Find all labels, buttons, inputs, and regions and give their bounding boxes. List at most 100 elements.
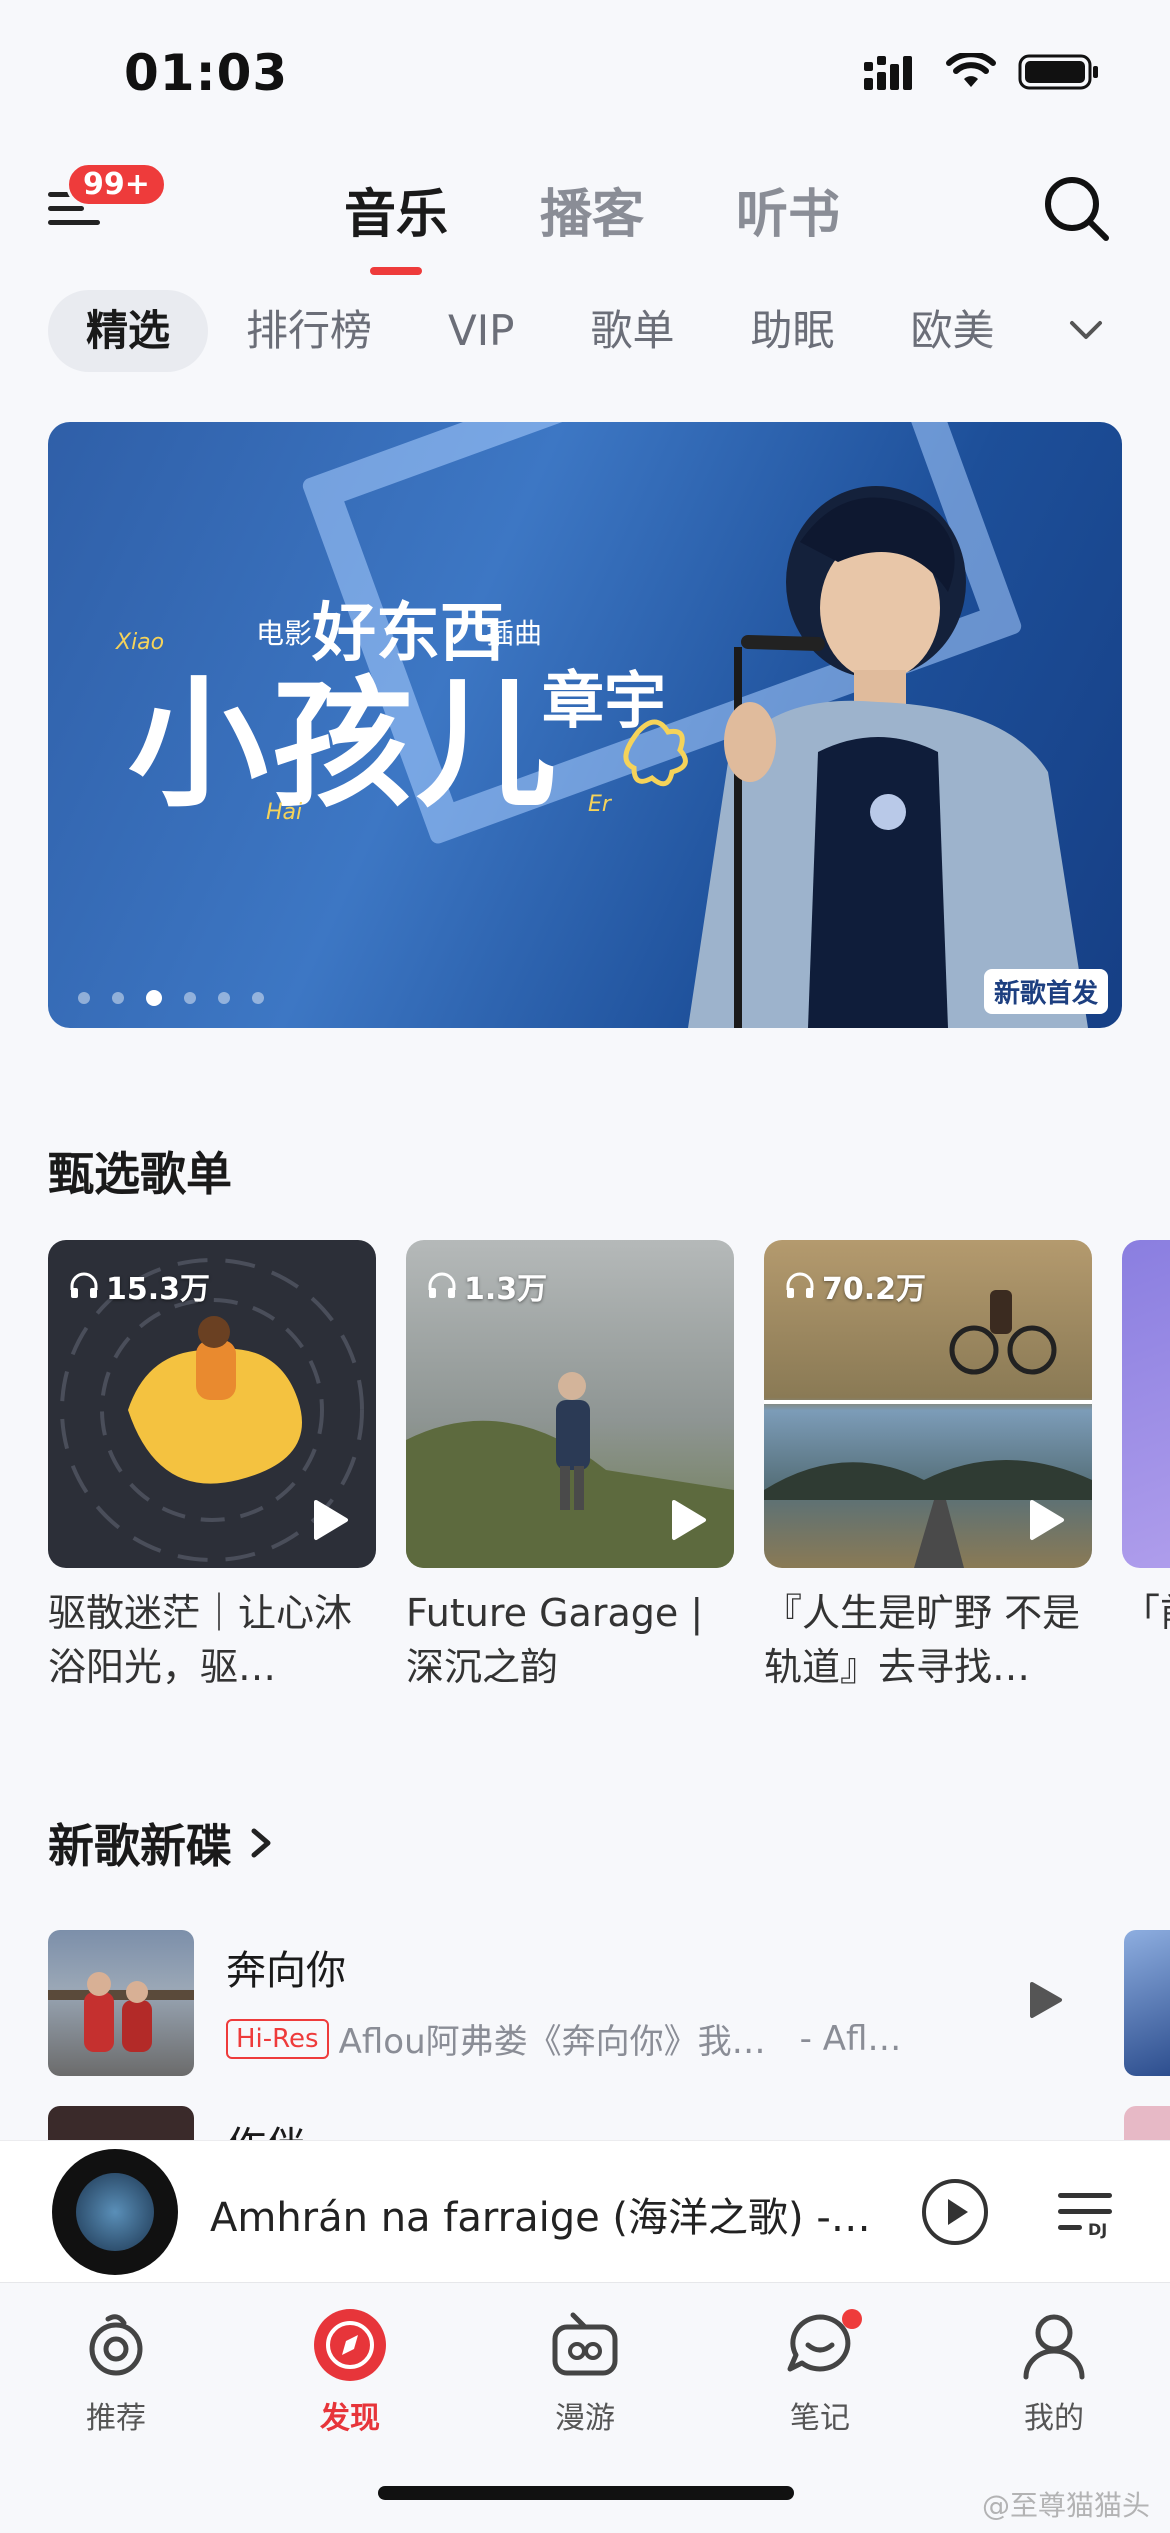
headphones-icon: [70, 1272, 98, 1298]
mini-player-title: Amhrán na farraige (海洋之歌) -…: [210, 2195, 871, 2241]
tab-roam[interactable]: 漫游: [515, 2307, 655, 2437]
playlist-card[interactable]: 1.3万 Future Garage | 深沉之韵: [406, 1240, 734, 1694]
banner-artist: 章宇: [542, 664, 667, 737]
chips-expand-button[interactable]: [1064, 308, 1108, 352]
battery-icon: [1018, 54, 1098, 90]
song-thumbnail: [48, 2106, 194, 2140]
playlist-title: 『人生是旷野 不是轨道』去寻找…: [764, 1591, 1081, 1689]
playlist-title: 驱散迷茫｜让心沐浴阳光，驱…: [48, 1591, 353, 1689]
tab-notes[interactable]: 笔记: [750, 2307, 890, 2437]
hi-res-tag: Hi-Res: [226, 2018, 329, 2059]
radio-icon: [547, 2307, 623, 2383]
play-circle-icon: [922, 2179, 988, 2245]
play-count-text: 15.3万: [106, 1272, 211, 1307]
mini-player-play-button[interactable]: [920, 2177, 990, 2247]
play-count-text: 1.3万: [464, 1272, 548, 1307]
tab-recommend[interactable]: 推荐: [46, 2307, 186, 2437]
carousel-dot[interactable]: [78, 992, 90, 1004]
notification-badge: 99+: [66, 162, 167, 207]
song-row[interactable]: 作伴: [48, 2106, 1118, 2140]
category-chips: 精选 排行榜 VIP 歌单 助眠 欧美: [48, 290, 1033, 372]
banner-song-title: 小孩儿: [128, 663, 561, 827]
mini-player-disc: [52, 2149, 178, 2275]
carousel-dots: [78, 990, 264, 1006]
playlist-play-count: 15.3万: [68, 1264, 210, 1308]
chip-charts[interactable]: 排行榜: [208, 290, 410, 372]
banner-badge: 新歌首发: [983, 969, 1108, 1014]
chips-fade: [980, 290, 1070, 372]
headphones-icon: [428, 1272, 456, 1298]
new-songs-section-title: 新歌新碟: [48, 1819, 232, 1873]
tab-label: 我的: [1024, 2401, 1084, 2436]
tab-label: 笔记: [790, 2401, 850, 2436]
carousel-dot[interactable]: [112, 992, 124, 1004]
watermark: @至尊猫猫头: [981, 2489, 1150, 2522]
search-button[interactable]: [1038, 170, 1114, 246]
chip-featured[interactable]: 精选: [48, 290, 209, 372]
song-meta: Hi-Res Aflou阿弗娄《奔向你》我… - Afl…: [226, 2014, 901, 2063]
chevron-down-icon: [1070, 321, 1102, 339]
tab-label: 漫游: [555, 2401, 615, 2436]
tab-audiobook[interactable]: 听书: [736, 172, 840, 247]
song-title: 奔向你: [226, 1948, 346, 1994]
tab-podcast[interactable]: 播客: [540, 172, 644, 247]
play-icon[interactable]: [310, 1498, 350, 1542]
search-icon: [1045, 177, 1109, 241]
mini-player-cover: [76, 2173, 154, 2251]
playlist-card[interactable]: 「前: [1122, 1240, 1170, 1694]
headphones-icon: [786, 1272, 814, 1298]
status-icons: [864, 52, 1100, 92]
next-album-peek[interactable]: [1124, 2106, 1170, 2140]
carousel-dot-active[interactable]: [146, 990, 162, 1006]
play-icon[interactable]: [1026, 1498, 1066, 1542]
tab-mine[interactable]: 我的: [984, 2307, 1124, 2437]
tab-music[interactable]: 音乐: [344, 172, 448, 275]
new-songs-header[interactable]: 新歌新碟: [48, 1810, 276, 1876]
wifi-icon: [946, 53, 996, 87]
notification-dot: [842, 2309, 862, 2329]
compass-icon: [312, 2307, 388, 2383]
banner-pinyin-er: Er: [588, 792, 611, 817]
signal-icon: [864, 56, 912, 90]
play-count-text: 70.2万: [822, 1272, 927, 1307]
song-description: Aflou阿弗娄《奔向你》我…: [338, 2022, 766, 2062]
playlist-card[interactable]: 15.3万 驱散迷茫｜让心沐浴阳光，驱…: [48, 1240, 376, 1694]
chat-icon: [782, 2307, 862, 2383]
tab-label: 推荐: [86, 2401, 146, 2436]
tab-label: 发现: [320, 2401, 380, 2436]
playlist-title: 「前: [1122, 1591, 1170, 1635]
playlist-title: Future Garage | 深沉之韵: [406, 1591, 704, 1689]
user-icon: [1016, 2307, 1092, 2383]
playlist-cover: 15.3万: [48, 1240, 376, 1568]
carousel-dot[interactable]: [252, 992, 264, 1004]
playlist-cover: [1122, 1240, 1170, 1568]
home-indicator: [378, 2486, 794, 2500]
play-icon[interactable]: [1028, 1980, 1064, 2020]
next-album-peek[interactable]: [1124, 1930, 1170, 2076]
chip-playlists[interactable]: 歌单: [552, 290, 712, 372]
thumbnail-art: [48, 1972, 194, 2052]
playlist-play-count: 70.2万: [784, 1264, 926, 1308]
song-thumbnail: [48, 1930, 194, 2076]
chevron-right-icon: [251, 1828, 271, 1858]
svg-text:DJ: DJ: [1088, 2220, 1107, 2239]
carousel-dot[interactable]: [184, 992, 196, 1004]
chip-sleep[interactable]: 助眠: [713, 290, 873, 372]
playlist-queue-button[interactable]: DJ: [1052, 2181, 1118, 2247]
play-icon[interactable]: [668, 1498, 708, 1542]
carousel-dot[interactable]: [218, 992, 230, 1004]
tab-discover[interactable]: 发现: [280, 2307, 420, 2437]
mini-player[interactable]: Amhrán na farraige (海洋之歌) -… DJ: [0, 2140, 1170, 2283]
top-tabs: 音乐 播客 听书: [344, 172, 840, 275]
song-row[interactable]: 奔向你 Hi-Res Aflou阿弗娄《奔向你》我… - Afl…: [48, 1930, 1118, 2076]
playlist-cover: 1.3万: [406, 1240, 734, 1568]
playlist-card[interactable]: 70.2万 『人生是旷野 不是轨道』去寻找…: [764, 1240, 1092, 1694]
song-artist: - Afl…: [799, 2018, 902, 2059]
playlist-play-count: 1.3万: [426, 1264, 547, 1308]
hero-banner[interactable]: Xiao 电影 好东西 插曲 小孩儿 章宇 Hai Er 新歌首发: [48, 422, 1122, 1028]
status-time: 01:03: [124, 44, 289, 102]
banner-pinyin-hai: Hai: [266, 800, 303, 825]
chip-vip[interactable]: VIP: [410, 290, 552, 372]
playlist-cover: 70.2万: [764, 1240, 1092, 1568]
queue-icon: DJ: [1058, 2193, 1112, 2239]
